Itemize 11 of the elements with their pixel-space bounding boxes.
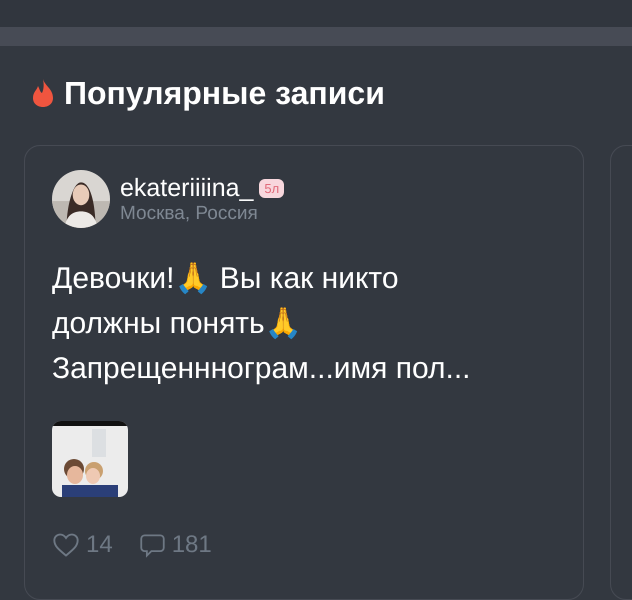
section-title: Популярные записи — [64, 74, 385, 112]
post-card[interactable]: ekateriiiina_ 5л Москва, Россия Девочки!🙏 Вы как никто должны понять🙏 Запрещенннограм...имя пол... 14 181 — [24, 145, 584, 600]
age-badge: 5л — [259, 178, 284, 198]
author-name[interactable]: ekateriiiina_ — [120, 174, 254, 202]
like-count: 14 — [86, 531, 113, 559]
post-text: Девочки!🙏 Вы как никто должны понять🙏 Запрещенннограм...имя пол... — [52, 261, 472, 387]
author-location: Москва, Россия — [120, 202, 259, 224]
comment-count: 181 — [172, 531, 212, 559]
heart-icon[interactable] — [52, 532, 80, 558]
comment-icon[interactable] — [138, 532, 166, 558]
flame-icon — [30, 78, 56, 108]
